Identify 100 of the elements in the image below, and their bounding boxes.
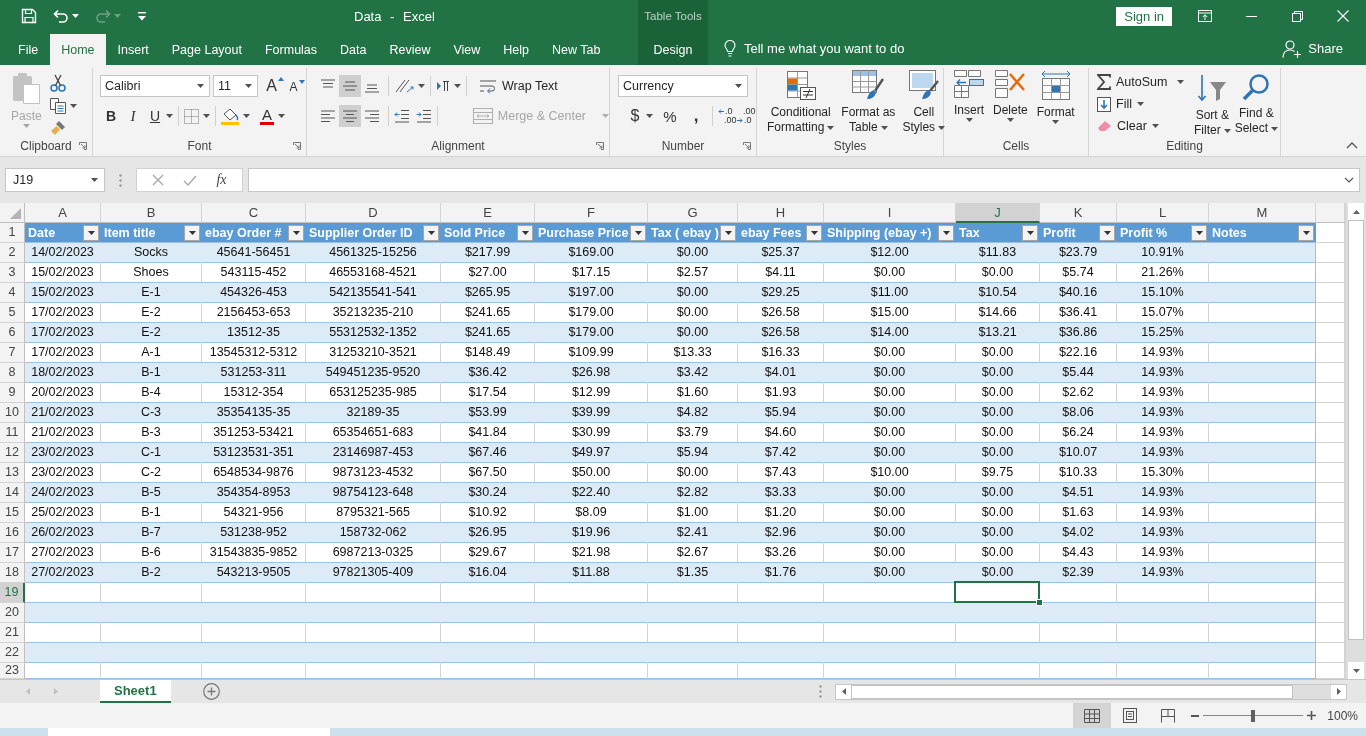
format-cells-button[interactable]: Format bbox=[1034, 68, 1077, 136]
vertical-scrollbar[interactable] bbox=[1345, 203, 1366, 679]
triangle-up-icon[interactable] bbox=[1352, 209, 1360, 214]
ribbon-tab[interactable]: Review bbox=[378, 34, 442, 65]
font-size-field[interactable]: 11 bbox=[213, 75, 258, 97]
column-header[interactable]: C bbox=[202, 203, 306, 223]
ribbon-tab[interactable]: Page Layout bbox=[160, 34, 253, 65]
paint-bucket-icon[interactable] bbox=[221, 107, 239, 125]
filter-button[interactable] bbox=[720, 224, 736, 241]
underline-button[interactable]: U bbox=[144, 105, 166, 127]
close-icon[interactable] bbox=[1337, 10, 1349, 22]
fill-handle[interactable] bbox=[1036, 599, 1043, 606]
scroll-thumb[interactable] bbox=[1348, 220, 1364, 640]
row-header[interactable]: 17 bbox=[0, 543, 25, 563]
row-header[interactable]: 5 bbox=[0, 303, 25, 323]
column-header[interactable]: J bbox=[956, 203, 1040, 223]
dotted-grid-icon[interactable] bbox=[184, 108, 199, 124]
column-header[interactable]: F bbox=[535, 203, 648, 223]
row-header[interactable]: 8 bbox=[0, 363, 25, 383]
chevron-up-icon[interactable] bbox=[1346, 142, 1358, 149]
name-box[interactable]: J19 bbox=[5, 168, 105, 192]
row-header[interactable]: 21 bbox=[0, 623, 25, 643]
row-header[interactable]: 11 bbox=[0, 423, 25, 443]
vertical-dots-icon[interactable] bbox=[819, 685, 822, 698]
ribbon-tab[interactable]: Design bbox=[638, 34, 708, 65]
ribbon-tab[interactable]: Insert bbox=[106, 34, 160, 65]
ribbon-tab[interactable]: Formulas bbox=[253, 34, 329, 65]
caret-icon[interactable] bbox=[69, 104, 77, 108]
row-header[interactable]: 18 bbox=[0, 563, 25, 583]
sign-in-button[interactable]: Sign in bbox=[1116, 6, 1172, 26]
corner-arrow-icon[interactable] bbox=[743, 142, 751, 150]
column-header[interactable]: I bbox=[824, 203, 956, 223]
increase-indent-icon[interactable] bbox=[416, 109, 432, 123]
caret-icon[interactable] bbox=[166, 114, 173, 118]
pilcrow-arrow-icon[interactable] bbox=[436, 80, 450, 92]
filter-button[interactable] bbox=[1298, 224, 1314, 241]
row-header[interactable]: 7 bbox=[0, 343, 25, 363]
caret-icon[interactable] bbox=[454, 84, 461, 88]
filter-button[interactable] bbox=[423, 224, 439, 241]
column-header[interactable]: H bbox=[738, 203, 824, 223]
filter-button[interactable] bbox=[1099, 224, 1115, 241]
column-header[interactable]: D bbox=[306, 203, 441, 223]
bold-button[interactable]: B bbox=[100, 105, 122, 127]
search-field[interactable] bbox=[48, 728, 330, 736]
copy-icon[interactable] bbox=[49, 98, 66, 114]
view-button[interactable] bbox=[1073, 703, 1112, 728]
column-header[interactable]: M bbox=[1209, 203, 1316, 223]
cell-styles-button[interactable]: Cell Styles bbox=[900, 68, 948, 136]
ribbon-tab[interactable]: View bbox=[442, 34, 492, 65]
row-header[interactable]: 14 bbox=[0, 483, 25, 503]
ribbon-tab[interactable]: File bbox=[7, 34, 50, 65]
caret-icon[interactable] bbox=[646, 114, 653, 118]
filter-button[interactable] bbox=[1022, 224, 1038, 241]
column-header[interactable]: G bbox=[648, 203, 738, 223]
comma-style-button[interactable]: , bbox=[685, 105, 707, 127]
caret-icon[interactable] bbox=[418, 84, 425, 88]
bar-caret-icon[interactable] bbox=[137, 11, 147, 21]
box-up-arrow-icon[interactable] bbox=[1198, 10, 1212, 22]
increase-decimal-button[interactable]: .0 .00 bbox=[718, 105, 737, 127]
insert-cells-button[interactable]: Insert bbox=[952, 68, 986, 136]
row-header[interactable]: 16 bbox=[0, 523, 25, 543]
format-as-table-button[interactable]: Format as Table bbox=[839, 68, 898, 136]
row-header[interactable]: 6 bbox=[0, 323, 25, 343]
plus-icon[interactable] bbox=[1307, 711, 1317, 720]
column-header[interactable]: A bbox=[25, 203, 101, 223]
row-header[interactable]: 10 bbox=[0, 403, 25, 423]
currency-button[interactable]: $ bbox=[624, 105, 646, 127]
sort-filter-button[interactable]: Sort & Filter bbox=[1191, 71, 1233, 136]
filter-button[interactable] bbox=[83, 224, 99, 241]
wrap-text-button[interactable]: Wrap Text bbox=[479, 75, 558, 97]
conditional-formatting-button[interactable]: Conditional Formatting bbox=[765, 68, 837, 136]
restore-icon[interactable] bbox=[1291, 10, 1303, 22]
align-center-button[interactable] bbox=[339, 105, 361, 127]
clear-button[interactable]: Clear bbox=[1097, 115, 1192, 136]
scroll-thumb[interactable] bbox=[851, 684, 1293, 699]
row-header[interactable]: 15 bbox=[0, 503, 25, 523]
minimize-icon[interactable] bbox=[1245, 15, 1257, 17]
column-header[interactable]: E bbox=[441, 203, 535, 223]
shrink-font-button[interactable]: A bbox=[286, 75, 308, 97]
percent-button[interactable]: % bbox=[659, 105, 681, 127]
caret-icon[interactable] bbox=[278, 114, 285, 118]
font-name-field[interactable]: Calibri bbox=[100, 75, 210, 97]
fill-button[interactable]: Fill bbox=[1097, 94, 1192, 115]
circle-plus-icon[interactable] bbox=[202, 683, 220, 700]
row-header[interactable]: 3 bbox=[0, 263, 25, 283]
font-color-button[interactable]: A bbox=[256, 105, 278, 127]
row-header[interactable]: 13 bbox=[0, 463, 25, 483]
scissors-icon[interactable] bbox=[49, 74, 66, 92]
paintbrush-icon[interactable] bbox=[49, 120, 66, 136]
insert-function-button[interactable]: fx bbox=[216, 172, 227, 188]
decrease-decimal-button[interactable]: .00 .0 bbox=[737, 105, 756, 127]
caret-icon[interactable] bbox=[72, 14, 79, 18]
corner-arrow-icon[interactable] bbox=[596, 142, 604, 150]
row-header[interactable]: 9 bbox=[0, 383, 25, 403]
share-button[interactable]: Share bbox=[1282, 36, 1343, 61]
corner-arrow-icon[interactable] bbox=[79, 142, 87, 150]
column-header[interactable]: B bbox=[101, 203, 202, 223]
check-icon[interactable] bbox=[183, 174, 198, 186]
autosum-button[interactable]: AutoSum bbox=[1097, 71, 1168, 93]
filter-button[interactable] bbox=[938, 224, 954, 241]
